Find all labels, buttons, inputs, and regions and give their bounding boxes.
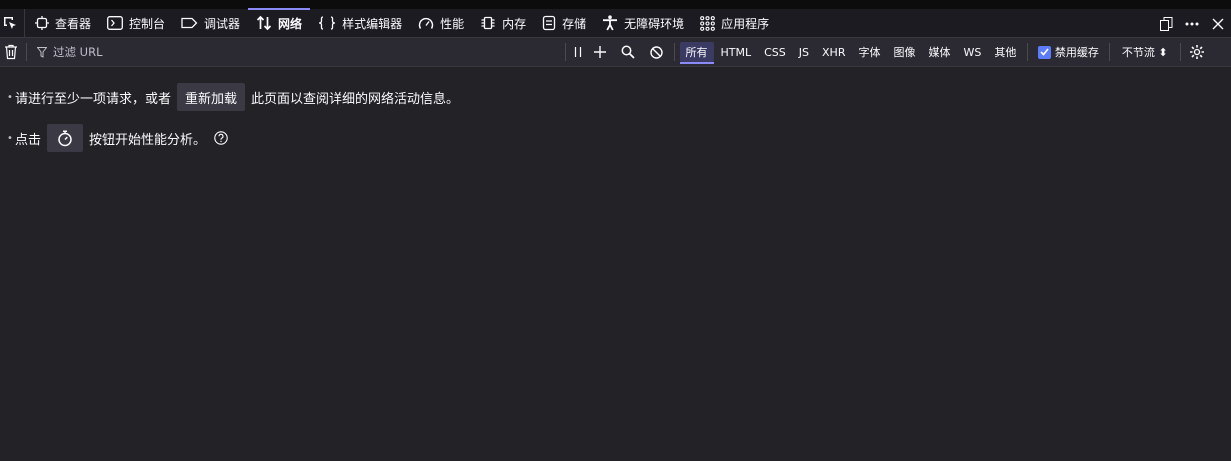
performance-hint-text-before: 点击 bbox=[15, 132, 42, 148]
storage-icon bbox=[542, 15, 556, 31]
console-icon bbox=[107, 16, 123, 30]
tab-performance[interactable]: 性能 bbox=[410, 9, 472, 37]
toolbar-separator bbox=[565, 43, 566, 61]
toolbar-separator bbox=[26, 43, 27, 61]
search-icon bbox=[621, 45, 635, 59]
inspector-icon bbox=[35, 16, 49, 30]
element-picker-button[interactable] bbox=[0, 9, 25, 37]
tab-memory[interactable]: 内存 bbox=[472, 9, 534, 37]
search-button[interactable] bbox=[614, 38, 642, 66]
network-icon bbox=[256, 15, 272, 31]
tab-network[interactable]: 网络 bbox=[248, 8, 311, 37]
tab-label: 内存 bbox=[502, 16, 527, 31]
dock-button[interactable] bbox=[1153, 9, 1179, 38]
request-type-filters: 所有 HTML CSS JS XHR 字体 图像 媒体 WS 其他 bbox=[679, 42, 1023, 64]
window-top-strip bbox=[0, 0, 1231, 9]
reload-hint-text-before: 请进行至少一项请求，或者 bbox=[15, 91, 172, 107]
type-filter-button[interactable]: 所有 bbox=[679, 42, 714, 64]
tab-label: 存储 bbox=[562, 16, 587, 31]
accessibility-icon bbox=[602, 15, 618, 31]
tab-label: 性能 bbox=[440, 16, 465, 31]
tab-label: 应用程序 bbox=[721, 16, 770, 31]
braces-icon bbox=[318, 16, 336, 30]
tab-label: 查看器 bbox=[55, 16, 92, 31]
plus-icon bbox=[594, 46, 606, 58]
new-request-button[interactable] bbox=[586, 38, 614, 66]
disable-cache-label: 禁用缓存 bbox=[1054, 46, 1099, 59]
network-empty-notice: • 请进行至少一项请求，或者 重新加载 此页面以查阅详细的网络活动信息。 • 点… bbox=[0, 67, 1231, 152]
grid-icon bbox=[700, 15, 715, 31]
close-devtools-button[interactable] bbox=[1205, 9, 1231, 38]
start-performance-analysis-button[interactable] bbox=[47, 124, 84, 152]
toolbar-separator bbox=[1179, 43, 1181, 61]
filter-icon bbox=[37, 46, 47, 58]
devtools-tab-bar: 查看器 控制台 调试器 网络 样式编辑器 性能 内存 存储 无障碍环境 应用程序 bbox=[0, 8, 1231, 38]
close-icon bbox=[1212, 18, 1224, 29]
disable-cache-checkbox[interactable] bbox=[1037, 45, 1051, 59]
stopwatch-icon bbox=[58, 129, 72, 146]
type-filter-button[interactable]: JS bbox=[793, 42, 815, 62]
type-filter-button[interactable]: XHR bbox=[816, 42, 851, 62]
bullet: • bbox=[7, 132, 13, 144]
dock-icon bbox=[1160, 16, 1173, 31]
reload-button[interactable]: 重新加载 bbox=[177, 83, 246, 111]
network-settings-button[interactable] bbox=[1185, 38, 1209, 66]
check-icon bbox=[1040, 48, 1049, 56]
type-filter-button[interactable]: WS bbox=[957, 42, 987, 62]
tab-inspector[interactable]: 查看器 bbox=[27, 9, 99, 37]
element-picker-icon bbox=[4, 17, 16, 29]
tab-application[interactable]: 应用程序 bbox=[692, 9, 777, 37]
chip-icon bbox=[480, 15, 496, 31]
type-filter-button[interactable]: 其他 bbox=[988, 42, 1022, 62]
tab-label: 调试器 bbox=[204, 16, 241, 31]
block-requests-button[interactable] bbox=[642, 38, 670, 66]
tab-accessibility[interactable]: 无障碍环境 bbox=[594, 9, 692, 37]
question-circle-icon bbox=[214, 131, 228, 145]
clear-button[interactable] bbox=[0, 38, 22, 66]
disable-cache-toggle[interactable]: 禁用缓存 bbox=[1032, 44, 1105, 60]
tab-label: 无障碍环境 bbox=[624, 16, 685, 31]
type-filter-button[interactable]: HTML bbox=[715, 42, 758, 62]
performance-hint-text-after: 按钮开始性能分析。 bbox=[89, 132, 207, 148]
performance-hint-line: • 点击 按钮开始性能分析。 bbox=[7, 124, 1231, 152]
reload-hint-line: • 请进行至少一项请求，或者 重新加载 此页面以查阅详细的网络活动信息。 bbox=[7, 83, 1231, 111]
type-filter-button[interactable]: CSS bbox=[758, 42, 792, 62]
gear-icon bbox=[1189, 45, 1204, 59]
type-filter-button[interactable]: 图像 bbox=[887, 42, 921, 62]
tab-storage[interactable]: 存储 bbox=[534, 9, 594, 37]
tab-label: 样式编辑器 bbox=[342, 16, 403, 31]
throttle-label: 不节流 ⬍ bbox=[1121, 46, 1168, 59]
block-icon bbox=[649, 45, 663, 59]
more-options-button[interactable] bbox=[1179, 9, 1205, 38]
gauge-icon bbox=[418, 16, 434, 30]
toolbar-separator bbox=[674, 43, 675, 61]
network-toolbar: 所有HTMLCSSJSXHR字体图像媒体WS其他 禁用缓存 不节流 ⬍ bbox=[0, 38, 1231, 67]
tab-console[interactable]: 控制台 bbox=[99, 9, 173, 37]
throttle-select[interactable]: 不节流 ⬍ bbox=[1114, 44, 1176, 60]
filter-box bbox=[31, 41, 561, 63]
toolbar-separator bbox=[1108, 43, 1110, 61]
pause-icon bbox=[574, 47, 582, 57]
tabbar-right-controls bbox=[1153, 9, 1231, 38]
tab-label: 控制台 bbox=[129, 16, 166, 31]
toolbar-separator bbox=[1026, 43, 1028, 61]
filter-url-input[interactable] bbox=[53, 45, 533, 59]
tab-debugger[interactable]: 调试器 bbox=[173, 9, 248, 37]
tab-style-editor[interactable]: 样式编辑器 bbox=[310, 9, 410, 37]
help-button[interactable] bbox=[214, 131, 228, 145]
type-filter-button[interactable]: 字体 bbox=[852, 42, 886, 62]
tab-label: 网络 bbox=[278, 16, 303, 31]
trash-icon bbox=[5, 44, 17, 60]
debugger-icon bbox=[181, 17, 198, 29]
type-filter-button[interactable]: 媒体 bbox=[922, 42, 956, 62]
reload-hint-text-after: 此页面以查阅详细的网络活动信息。 bbox=[251, 91, 460, 107]
ellipsis-icon bbox=[1185, 22, 1199, 25]
pause-button[interactable] bbox=[570, 38, 586, 66]
bullet: • bbox=[7, 91, 13, 103]
